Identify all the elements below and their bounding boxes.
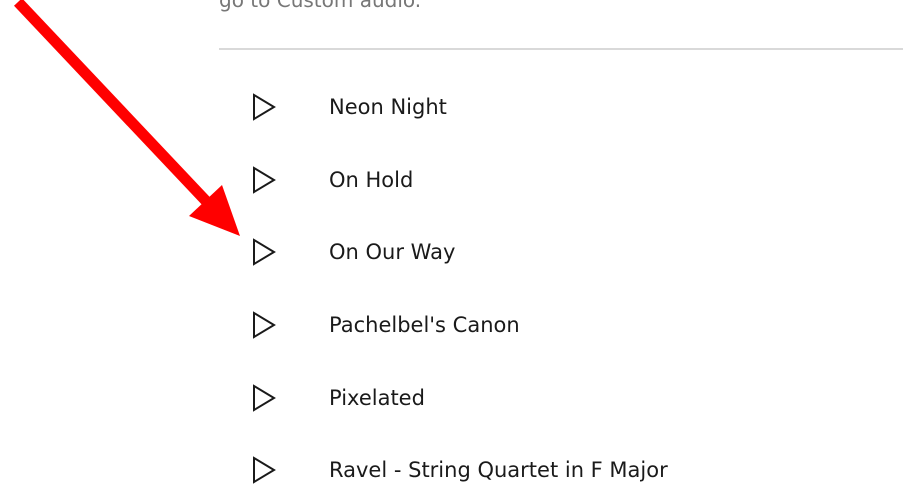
sound-item-on-hold[interactable]: On Hold xyxy=(248,144,888,217)
custom-audio-page: go to Custom audio. Neon Night On Hold O… xyxy=(0,0,903,485)
sound-item-pixelated[interactable]: Pixelated xyxy=(248,361,888,434)
play-icon[interactable] xyxy=(248,454,280,485)
section-hint-text: go to Custom audio. xyxy=(219,0,422,12)
sound-label: Ravel - String Quartet in F Major xyxy=(329,458,668,483)
play-icon[interactable] xyxy=(248,382,280,414)
sound-item-neon-night[interactable]: Neon Night xyxy=(248,71,888,144)
sound-item-ravel-string-quartet[interactable]: Ravel - String Quartet in F Major xyxy=(248,434,888,485)
sound-label: On Hold xyxy=(329,167,414,192)
sound-label: On Our Way xyxy=(329,240,456,265)
sound-item-pachelbels-canon[interactable]: Pachelbel's Canon xyxy=(248,289,888,362)
section-divider xyxy=(219,48,903,50)
sound-item-on-our-way[interactable]: On Our Way xyxy=(248,216,888,289)
sound-label: Pachelbel's Canon xyxy=(329,313,520,338)
play-icon[interactable] xyxy=(248,91,280,123)
play-icon[interactable] xyxy=(248,236,280,268)
sound-list: Neon Night On Hold On Our Way Pachelbel'… xyxy=(248,71,888,485)
sound-label: Pixelated xyxy=(329,385,425,410)
play-icon[interactable] xyxy=(248,309,280,341)
sound-label: Neon Night xyxy=(329,95,447,120)
play-icon[interactable] xyxy=(248,164,280,196)
